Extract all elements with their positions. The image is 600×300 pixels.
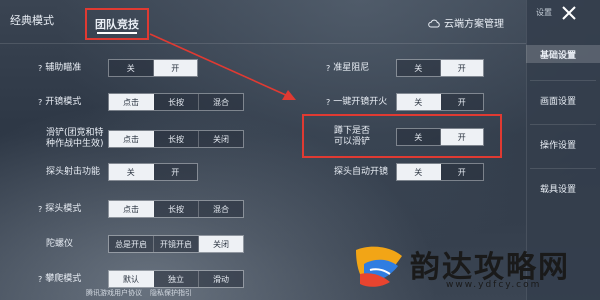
setting-label-text: 探头射击功能 — [46, 167, 101, 177]
option-off[interactable]: 关 — [397, 60, 441, 76]
setting-label-text: 陀螺仪 — [46, 239, 74, 249]
option-independent[interactable]: 独立 — [154, 271, 199, 287]
setting-label-text: 攀爬模式 — [45, 274, 82, 284]
cloud-manage-button[interactable]: 云端方案管理 — [428, 15, 504, 30]
option-default[interactable]: 默认 — [109, 271, 154, 287]
help-icon[interactable]: ? — [326, 97, 330, 108]
setting-label: ? 一键开镜开火 — [326, 97, 387, 108]
tab-classic-mode[interactable]: 经典模式 — [10, 12, 54, 28]
tab-team-deathmatch[interactable]: 团队竞技 — [85, 8, 149, 40]
option-on[interactable]: 开 — [440, 60, 483, 76]
sidebar-title: 设置 — [536, 8, 552, 17]
sidebar-item-basic[interactable]: 基础设置 — [526, 45, 600, 63]
option-swipe[interactable]: 滑动 — [199, 271, 243, 287]
mode-tabs-bar: 经典模式 团队竞技 云端方案管理 — [0, 0, 526, 44]
setting-label: 滑铲(团竞和特 种作战中生效) — [46, 128, 104, 150]
sidebar-item-vehicle[interactable]: 载具设置 — [526, 179, 600, 197]
option-mixed[interactable]: 混合 — [199, 94, 243, 110]
option-off[interactable]: 关 — [109, 164, 154, 180]
option-on[interactable]: 开 — [440, 164, 483, 180]
setting-label-text: 准星阻尼 — [333, 63, 370, 73]
option-off[interactable]: 关闭 — [199, 131, 243, 147]
help-icon[interactable]: ? — [38, 97, 42, 108]
sidebar-divider — [530, 80, 596, 81]
setting-label: ? 攀爬模式 — [38, 274, 81, 285]
setting-label: 陀螺仪 — [46, 239, 73, 250]
option-scope-on[interactable]: 开镜开启 — [154, 236, 199, 252]
highlight-box — [302, 114, 502, 158]
option-tap[interactable]: 点击 — [109, 131, 154, 147]
aim-assist-toggle: 关 开 — [108, 59, 198, 77]
setting-label-text: 种作战中生效) — [46, 139, 104, 149]
option-off[interactable]: 关 — [397, 164, 441, 180]
setting-label-text: 开镜模式 — [45, 97, 82, 107]
setting-label-text: 探头模式 — [45, 204, 82, 214]
option-tap[interactable]: 点击 — [109, 94, 154, 110]
setting-label-text: 探头自动开镜 — [334, 167, 389, 177]
setting-label: ? 准星阻尼 — [326, 63, 369, 74]
slide-mode-selector: 点击 长按 关闭 — [108, 130, 244, 148]
help-icon[interactable]: ? — [38, 204, 42, 215]
sidebar-divider — [530, 168, 596, 169]
cloud-icon — [428, 19, 440, 27]
help-icon[interactable]: ? — [38, 63, 42, 74]
tab-active-underline — [97, 32, 137, 34]
option-hold[interactable]: 长按 — [154, 201, 199, 217]
option-hold[interactable]: 长按 — [154, 131, 199, 147]
close-icon[interactable] — [558, 2, 580, 24]
watermark: 韵达攻略网 www.ydfcy.com — [350, 236, 600, 300]
tab-team-label: 团队竞技 — [95, 18, 139, 31]
peek-fire-toggle: 关 开 — [108, 163, 198, 181]
scope-mode-selector: 点击 长按 混合 — [108, 93, 244, 111]
option-hold[interactable]: 长按 — [154, 94, 199, 110]
option-on[interactable]: 开 — [153, 60, 197, 76]
crosshair-damping-toggle: 关 开 — [396, 59, 484, 77]
option-off[interactable]: 关 — [397, 94, 441, 110]
sidebar-item-graphics[interactable]: 画面设置 — [526, 91, 600, 109]
option-mixed[interactable]: 混合 — [199, 201, 243, 217]
climb-mode-selector: 默认 独立 滑动 — [108, 270, 244, 288]
setting-label: 探头射击功能 — [46, 167, 100, 178]
setting-label: ? 探头模式 — [38, 204, 81, 215]
option-always-on[interactable]: 总是开启 — [109, 236, 154, 252]
help-icon[interactable]: ? — [38, 274, 42, 285]
sidebar-item-controls[interactable]: 操作设置 — [526, 135, 600, 153]
cloud-manage-label: 云端方案管理 — [444, 19, 504, 30]
peek-auto-scope-toggle: 关 开 — [396, 163, 484, 181]
help-icon[interactable]: ? — [326, 63, 330, 74]
setting-label-text: 滑铲(团竞和特 — [46, 128, 104, 138]
setting-label: 探头自动开镜 — [334, 167, 388, 178]
user-agreement-link[interactable]: 腾讯游戏用户协议 — [86, 288, 142, 298]
option-tap[interactable]: 点击 — [109, 201, 154, 217]
privacy-link[interactable]: 隐私保护指引 — [150, 288, 192, 298]
peek-mode-selector: 点击 长按 混合 — [108, 200, 244, 218]
option-on[interactable]: 开 — [440, 94, 483, 110]
setting-label-text: 辅助瞄准 — [45, 63, 82, 73]
setting-label: ? 辅助瞄准 — [38, 63, 81, 74]
option-off[interactable]: 关 — [109, 60, 154, 76]
one-tap-scope-fire-toggle: 关 开 — [396, 93, 484, 111]
option-on[interactable]: 开 — [153, 164, 197, 180]
option-off[interactable]: 关闭 — [199, 236, 243, 252]
gyroscope-selector: 总是开启 开镜开启 关闭 — [108, 235, 244, 253]
watermark-logo-icon — [356, 246, 402, 287]
bottom-links: 腾讯游戏用户协议 隐私保护指引 — [86, 288, 192, 298]
sidebar-divider — [530, 124, 596, 125]
watermark-url: www.ydfcy.com — [446, 280, 542, 290]
setting-label: ? 开镜模式 — [38, 97, 81, 108]
setting-label-text: 一键开镜开火 — [333, 97, 388, 107]
